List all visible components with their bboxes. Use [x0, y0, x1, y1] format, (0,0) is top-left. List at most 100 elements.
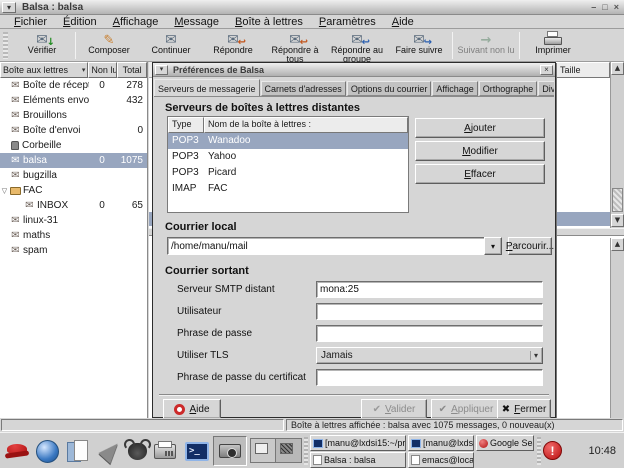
preview-scrollbar[interactable]: ▲ [610, 238, 624, 418]
modify-server-button[interactable]: Modifier [415, 141, 545, 161]
toolbar-next-unread-button[interactable]: → Suivant non lu [455, 30, 517, 61]
user-input[interactable] [316, 303, 543, 320]
server-row-wanadoo[interactable]: POP3 Wanadoo [168, 133, 408, 149]
smtp-server-input[interactable] [316, 281, 543, 298]
next-unread-icon: → [475, 31, 497, 46]
taskbar-window-terminal1[interactable]: [manu@lxdsi15:~/prog [310, 435, 406, 451]
toolbar-grip[interactable] [3, 32, 8, 59]
redhat-menu-icon[interactable] [2, 436, 32, 466]
close-dialog-button[interactable]: ✖Fermer [497, 399, 551, 419]
toolbar-compose-button[interactable]: ✎ Composer [78, 30, 140, 61]
terminal-icon[interactable]: >_ [182, 436, 212, 466]
menu-edition[interactable]: Édition [55, 16, 105, 28]
menu-boite-a-lettres[interactable]: Boîte à lettres [227, 16, 311, 28]
browser-mini-icon [479, 439, 488, 448]
screenshot-camera-icon[interactable] [213, 436, 247, 466]
total-column-header[interactable]: Total [117, 62, 147, 78]
cert-passphrase-input[interactable] [316, 369, 543, 386]
fax-printer-icon[interactable] [150, 436, 180, 466]
mailbox-header: Boîte aux lettres ▾ Non lu Total [0, 62, 147, 78]
menu-parametres[interactable]: Paramètres [311, 16, 384, 28]
mailbox-row-fac[interactable]: ▽ FAC [0, 183, 147, 198]
tab-affichage[interactable]: Affichage [432, 81, 477, 96]
toolbar-print-button[interactable]: Imprimer [522, 30, 584, 61]
tab-orthographe[interactable]: Orthographe [479, 81, 538, 96]
size-column-header[interactable]: Taille [556, 62, 610, 78]
chevron-down-icon: ▾ [491, 242, 495, 251]
toolbar-continue-button[interactable]: ✉ Continuer [140, 30, 202, 61]
window-shade-button[interactable]: ▾ [2, 2, 16, 13]
menu-aide[interactable]: Aide [384, 16, 422, 28]
mailbox-row-outbox[interactable]: ✉ Boîte d'envoi 0 [0, 123, 147, 138]
dialog-close-button[interactable]: × [540, 65, 553, 75]
taskbar-window-terminal2[interactable]: [manu@lxdsi15:~/ma [408, 435, 474, 451]
server-row-picard[interactable]: POP3 Picard [168, 165, 408, 181]
toolbar-verify-button[interactable]: ✉↓ Vérifier [11, 30, 73, 61]
mailbox-row-inbox[interactable]: ✉ Boîte de réception 0 278 [0, 78, 147, 93]
server-row-yahoo[interactable]: POP3 Yahoo [168, 149, 408, 165]
ok-button[interactable]: ✔Valider [361, 399, 427, 419]
toolbar-reply-button[interactable]: ✉↩ Répondre [202, 30, 264, 61]
mailbox-row-fac-inbox[interactable]: ✉ INBOX 0 65 [0, 198, 147, 213]
unread-column-header[interactable]: Non lu [88, 62, 117, 78]
taskbar-window-google[interactable]: Google Search: taking [476, 435, 534, 451]
mailbox-icon: ✉ [9, 125, 22, 136]
tray-grip[interactable] [537, 437, 541, 465]
browse-button[interactable]: Parcourir... [508, 237, 552, 255]
tab-options-du-courrier[interactable]: Options du courrier [347, 81, 432, 96]
scrollbar-thumb[interactable] [612, 188, 623, 212]
scroll-down-icon[interactable]: ▼ [611, 214, 624, 227]
minimize-icon[interactable]: – [591, 1, 596, 14]
mailbox-row-linux31[interactable]: ✉ linux-31 [0, 213, 147, 228]
mailbox-column-header[interactable]: Boîte aux lettres ▾ [0, 62, 88, 78]
message-list-scrollbar[interactable]: ▲ ▼ [610, 62, 624, 228]
maximize-icon[interactable]: □ [602, 1, 607, 14]
workspace-2[interactable] [276, 439, 301, 462]
toolbar-reply-group-button[interactable]: ✉↩ Répondre au groupe [326, 30, 388, 61]
chevron-down-icon: ▾ [530, 351, 538, 360]
mailbox-row-maths[interactable]: ✉ maths [0, 228, 147, 243]
mailbox-row-spam[interactable]: ✉ spam [0, 243, 147, 258]
name-column-header[interactable]: Nom de la boîte à lettres : [204, 117, 408, 133]
expander-icon[interactable]: ▽ [0, 187, 9, 195]
web-browser-icon[interactable] [32, 436, 62, 466]
local-mail-dropdown-button[interactable]: ▾ [484, 237, 502, 255]
mailbox-row-balsa[interactable]: ✉ balsa 0 1075 [0, 153, 147, 168]
mailbox-row-drafts[interactable]: ✉ Brouillons [0, 108, 147, 123]
tab-divers[interactable]: Divers [538, 81, 554, 96]
help-button[interactable]: Aide [163, 399, 221, 419]
workspace-1[interactable] [251, 439, 276, 462]
mailbox-row-sent[interactable]: ✉ Éléments envoyés 432 [0, 93, 147, 108]
type-column-header[interactable]: Type [168, 117, 204, 133]
close-icon[interactable]: × [614, 1, 619, 14]
toolbar-forward-button[interactable]: ✉↪ Faire suivre [388, 30, 450, 61]
mailbox-row-trash[interactable]: Corbeille [0, 138, 147, 153]
sort-dropdown-icon[interactable]: ▾ [82, 63, 86, 77]
menu-message[interactable]: Message [166, 16, 227, 28]
add-server-button[interactable]: Ajouter [415, 118, 545, 138]
taskbar-window-balsa[interactable]: Balsa : balsa [310, 452, 406, 468]
tab-carnets-adresses[interactable]: Carnets d'adresses [261, 81, 346, 96]
tab-serveurs-de-messagerie[interactable]: Serveurs de messagerie [154, 79, 260, 97]
passphrase-input[interactable] [316, 325, 543, 342]
scroll-up-icon[interactable]: ▲ [611, 62, 624, 75]
delete-server-button[interactable]: Effacer [415, 164, 545, 184]
office-documents-icon[interactable] [62, 436, 92, 466]
menu-affichage[interactable]: Affichage [105, 16, 167, 28]
taskbar-window-emacs[interactable]: emacs@localhost.loc [408, 452, 474, 468]
use-tls-select[interactable]: Jamais ▾ [316, 347, 543, 364]
gnu-icon[interactable] [122, 436, 152, 466]
taskbar: >_ [manu@lxdsi15:~/prog Balsa : balsa [m… [0, 432, 624, 468]
local-mail-path-input[interactable] [167, 237, 485, 255]
alert-notification-icon[interactable]: ! [543, 441, 562, 460]
workspace-switcher[interactable] [250, 438, 302, 463]
menu-fichier[interactable]: Fichier [6, 16, 55, 28]
apply-button[interactable]: ✔Appliquer [431, 399, 501, 419]
scroll-up-icon[interactable]: ▲ [611, 238, 624, 251]
server-row-fac[interactable]: IMAP FAC [168, 181, 408, 197]
mailbox-icon: ✉ [9, 155, 22, 166]
tasklist-grip[interactable] [304, 437, 308, 465]
toolbar-reply-all-button[interactable]: ✉↩ Répondre à tous [264, 30, 326, 61]
mailbox-row-bugzilla[interactable]: ✉ bugzilla [0, 168, 147, 183]
dialog-shade-button[interactable]: ▾ [155, 65, 168, 75]
